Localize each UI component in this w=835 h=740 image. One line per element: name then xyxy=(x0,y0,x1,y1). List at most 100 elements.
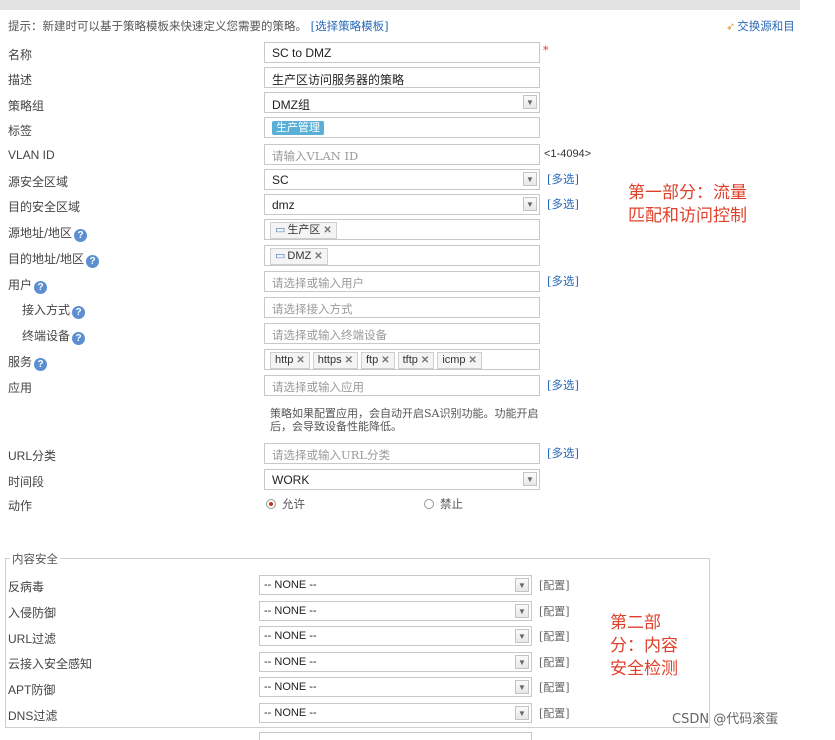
src-zone-select[interactable]: SC ▼ xyxy=(264,169,540,190)
dst-zone-label: 目的安全区域 xyxy=(8,200,81,214)
content-security-legend: 内容安全 xyxy=(10,551,60,567)
name-label: 名称 xyxy=(8,48,33,62)
user-multi-link[interactable]: [多选] xyxy=(547,273,579,289)
user-input[interactable]: 请选择或输入用户 xyxy=(264,271,540,292)
dst-addr-chip: ▭ DMZ ✕ xyxy=(270,248,328,265)
url-category-multi-link[interactable]: [多选] xyxy=(547,445,579,461)
help-icon[interactable]: ? xyxy=(34,281,48,294)
dst-addr-input[interactable]: ▭ DMZ ✕ xyxy=(264,245,540,266)
dns-filter-config-link[interactable]: [配置] xyxy=(539,705,570,721)
dst-addr-label-row: 目的地址/地区? xyxy=(8,250,100,268)
src-addr-chip-label: 生产区 xyxy=(287,224,321,236)
service-input[interactable]: http ✕ https ✕ ftp ✕ tftp ✕ icmp ✕ xyxy=(264,349,540,370)
time-range-select[interactable]: WORK ▼ xyxy=(264,469,540,490)
url-filter-label: URL过滤 xyxy=(8,632,57,646)
vlan-label: VLAN ID xyxy=(8,148,55,162)
policy-group-value: DMZ组 xyxy=(272,98,310,112)
ips-value: -- NONE -- xyxy=(264,605,317,617)
close-icon[interactable]: ✕ xyxy=(296,355,304,366)
radio-unchecked-icon[interactable] xyxy=(424,499,434,509)
action-allow-radio[interactable]: 允许 xyxy=(266,496,305,512)
antivirus-select[interactable]: -- NONE -- ▼ xyxy=(259,575,532,595)
help-icon[interactable]: ? xyxy=(72,306,86,319)
annotation-line: 第一部分：流量 xyxy=(628,183,747,203)
chevron-down-icon[interactable]: ▼ xyxy=(515,706,529,720)
application-input[interactable]: 请选择或输入应用 xyxy=(264,375,540,396)
access-mode-label: 接入方式 xyxy=(22,303,71,317)
dst-zone-value: dmz xyxy=(272,198,295,212)
ips-config-link[interactable]: [配置] xyxy=(539,603,570,619)
dst-zone-select[interactable]: dmz ▼ xyxy=(264,194,540,215)
tag-input[interactable]: 生产管理 xyxy=(264,117,540,138)
dns-filter-select[interactable]: -- NONE -- ▼ xyxy=(259,703,532,723)
cloud-access-config-link[interactable]: [配置] xyxy=(539,654,570,670)
help-icon[interactable]: ? xyxy=(86,255,100,268)
service-chip-label: ftp xyxy=(366,354,379,366)
service-chip: https ✕ xyxy=(312,352,358,369)
time-range-label: 时间段 xyxy=(8,475,45,489)
description-input[interactable]: 生产区访问服务器的策略 xyxy=(264,67,540,88)
src-zone-multi-link[interactable]: [多选] xyxy=(547,171,579,187)
close-icon[interactable]: ✕ xyxy=(381,355,389,366)
chevron-down-icon[interactable]: ▼ xyxy=(523,172,537,186)
swap-icon: ➶ xyxy=(726,20,736,33)
src-addr-label-row: 源地址/地区? xyxy=(8,224,88,242)
help-icon[interactable]: ? xyxy=(74,229,88,242)
radio-checked-icon[interactable] xyxy=(266,499,276,509)
chevron-down-icon[interactable]: ▼ xyxy=(515,578,529,592)
service-chip: icmp ✕ xyxy=(437,352,482,369)
time-range-value: WORK xyxy=(272,473,310,487)
src-addr-input[interactable]: ▭ 生产区 ✕ xyxy=(264,219,540,240)
chevron-down-icon[interactable]: ▼ xyxy=(523,472,537,486)
close-icon[interactable]: ✕ xyxy=(469,355,477,366)
help-icon[interactable]: ? xyxy=(34,358,48,371)
description-label: 描述 xyxy=(8,73,33,87)
network-icon: ▭ xyxy=(275,250,286,262)
chevron-down-icon[interactable]: ▼ xyxy=(523,95,537,109)
apt-config-link[interactable]: [配置] xyxy=(539,679,570,695)
annotation-line: 匹配和访问控制 xyxy=(628,206,747,226)
tag-badge[interactable]: 生产管理 xyxy=(272,121,324,135)
partial-select[interactable] xyxy=(259,732,532,740)
help-icon[interactable]: ? xyxy=(72,332,86,345)
terminal-label-row: 终端设备? xyxy=(22,327,86,345)
terminal-label: 终端设备 xyxy=(22,329,71,343)
access-mode-input[interactable]: 请选择接入方式 xyxy=(264,297,540,318)
chevron-down-icon[interactable]: ▼ xyxy=(523,197,537,211)
access-mode-label-row: 接入方式? xyxy=(22,301,86,319)
close-icon[interactable]: ✕ xyxy=(323,225,331,236)
tip-text: 提示：新建时可以基于策略模板来快速定义您需要的策略。 xyxy=(8,19,307,33)
vlan-input[interactable]: 请输入VLAN ID xyxy=(264,144,540,165)
vlan-range-hint: <1-4094> xyxy=(544,148,592,160)
annotation-part-2: 第二部 分：内容 安全检测 xyxy=(610,612,678,681)
src-addr-chip: ▭ 生产区 ✕ xyxy=(270,222,337,239)
chevron-down-icon[interactable]: ▼ xyxy=(515,680,529,694)
chevron-down-icon[interactable]: ▼ xyxy=(515,655,529,669)
terminal-input[interactable]: 请选择或输入终端设备 xyxy=(264,323,540,344)
select-template-link[interactable]: [选择策略模板] xyxy=(311,19,389,33)
antivirus-config-link[interactable]: [配置] xyxy=(539,577,570,593)
close-icon[interactable]: ✕ xyxy=(345,355,353,366)
url-filter-config-link[interactable]: [配置] xyxy=(539,628,570,644)
ips-select[interactable]: -- NONE -- ▼ xyxy=(259,601,532,621)
url-category-input[interactable]: 请选择或输入URL分类 xyxy=(264,443,540,464)
annotation-line: 分：内容 xyxy=(610,636,678,656)
chevron-down-icon[interactable]: ▼ xyxy=(515,629,529,643)
swap-src-dst-link[interactable]: ➶ 交换源和目 xyxy=(726,18,795,34)
close-icon[interactable]: ✕ xyxy=(421,355,429,366)
tag-label: 标签 xyxy=(8,124,33,138)
policy-group-select[interactable]: DMZ组 ▼ xyxy=(264,92,540,113)
chevron-down-icon[interactable]: ▼ xyxy=(515,604,529,618)
ips-label: 入侵防御 xyxy=(8,606,57,620)
required-mark: * xyxy=(543,44,549,57)
action-deny-radio[interactable]: 禁止 xyxy=(424,496,463,512)
application-multi-link[interactable]: [多选] xyxy=(547,377,579,393)
close-icon[interactable]: ✕ xyxy=(314,251,322,262)
url-filter-select[interactable]: -- NONE -- ▼ xyxy=(259,626,532,646)
name-input[interactable]: SC to DMZ xyxy=(264,42,540,63)
service-chip-label: https xyxy=(317,354,342,366)
cloud-access-select[interactable]: -- NONE -- ▼ xyxy=(259,652,532,672)
apt-select[interactable]: -- NONE -- ▼ xyxy=(259,677,532,697)
application-note: 策略如果配置应用，会自动开启SA识别功能。功能开启后，会导致设备性能降低。 xyxy=(270,407,539,433)
dst-zone-multi-link[interactable]: [多选] xyxy=(547,196,579,212)
